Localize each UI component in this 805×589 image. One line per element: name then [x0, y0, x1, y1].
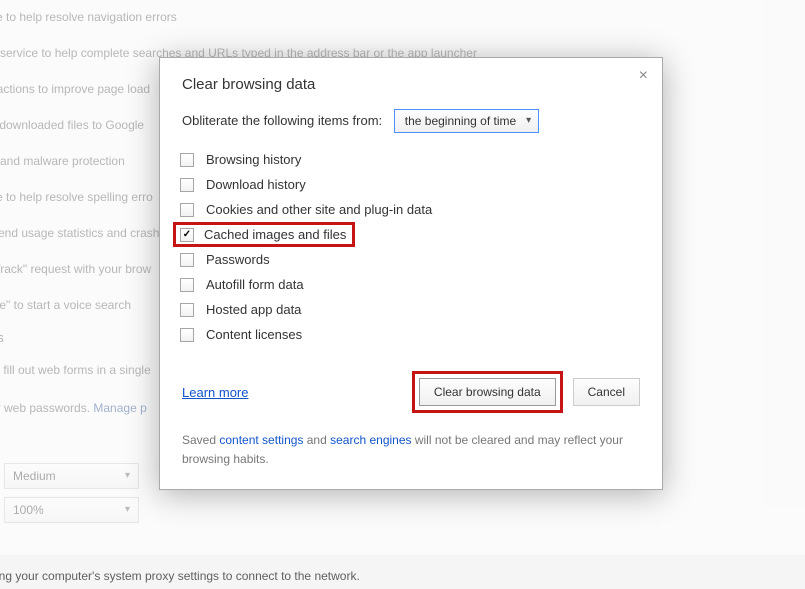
checkbox-row[interactable]: Hosted app data: [180, 297, 640, 322]
checkbox-row[interactable]: Cookies and other site and plug-in data: [180, 197, 640, 222]
checkbox-label: Passwords: [206, 252, 270, 267]
checkbox[interactable]: [180, 278, 194, 292]
checkbox-row[interactable]: Passwords: [180, 247, 640, 272]
learn-more-link[interactable]: Learn more: [182, 385, 248, 400]
time-range-select[interactable]: the beginning of time: [394, 109, 539, 133]
close-icon[interactable]: ×: [639, 68, 648, 84]
checkbox[interactable]: [180, 153, 194, 167]
obliterate-label: Obliterate the following items from:: [182, 113, 382, 128]
checkbox-label: Hosted app data: [206, 302, 301, 317]
checkbox-label: Content licenses: [206, 327, 302, 342]
footer-text: Saved: [182, 433, 219, 447]
clear-button-highlight: Clear browsing data: [412, 371, 563, 413]
bg-text: sing your computer's system proxy settin…: [0, 563, 805, 589]
checkbox[interactable]: [180, 253, 194, 267]
checkbox-label: Browsing history: [206, 152, 301, 167]
checkbox-row[interactable]: Content licenses: [180, 322, 640, 347]
checkbox-label: Autofill form data: [206, 277, 304, 292]
footer-note: Saved content settings and search engine…: [182, 431, 640, 469]
checkbox-row[interactable]: Autofill form data: [180, 272, 640, 297]
checkbox-row[interactable]: Browsing history: [180, 147, 640, 172]
dialog-title: Clear browsing data: [182, 76, 640, 93]
checkbox-label: Download history: [206, 177, 306, 192]
clear-browsing-data-dialog: × Clear browsing data Obliterate the fol…: [159, 57, 663, 490]
search-engines-link[interactable]: search engines: [330, 433, 411, 447]
checkbox-label: Cookies and other site and plug-in data: [206, 202, 432, 217]
checkbox-row[interactable]: Cached images and files: [180, 222, 640, 247]
cancel-button[interactable]: Cancel: [573, 378, 640, 406]
checkbox[interactable]: [180, 203, 194, 217]
checkbox-list: Browsing history Download history Cookies …: [180, 147, 640, 347]
checkbox-row[interactable]: Download history: [180, 172, 640, 197]
dialog-buttons: Learn more Clear browsing data Cancel: [182, 371, 640, 413]
checkbox[interactable]: [180, 178, 194, 192]
highlighted-option: Cached images and files: [173, 222, 355, 247]
content-settings-link[interactable]: content settings: [219, 433, 303, 447]
clear-browsing-data-button[interactable]: Clear browsing data: [419, 378, 556, 406]
checkbox[interactable]: [180, 228, 194, 242]
checkbox-label: Cached images and files: [204, 227, 346, 242]
footer-text: and: [303, 433, 330, 447]
checkbox[interactable]: [180, 303, 194, 317]
obliterate-row: Obliterate the following items from: the…: [182, 109, 640, 133]
checkbox[interactable]: [180, 328, 194, 342]
